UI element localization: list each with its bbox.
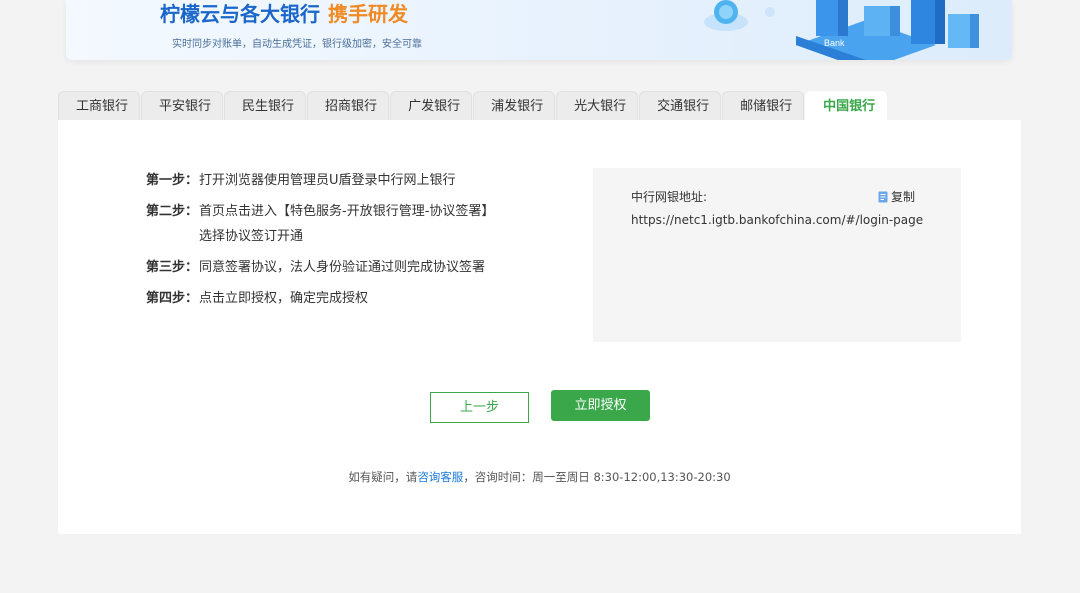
help-prefix: 如有疑问，请 — [348, 470, 418, 484]
tab-bank-1[interactable]: 平安银行 — [141, 91, 224, 121]
step-text-continued: 选择协议签订开通 — [199, 229, 304, 244]
promo-banner: 柠檬云与各大银行 携手研发 实时同步对账单，自动生成凭证，银行级加密，安全可靠 B… — [66, 0, 1012, 60]
copy-label: 复制 — [890, 190, 915, 204]
tab-bank-6[interactable]: 光大银行 — [556, 91, 639, 121]
tab-bank-4[interactable]: 广发银行 — [390, 91, 473, 121]
content-panel: 第一步： 打开浏览器使用管理员U盾登录中行网上银行第二步： 首页点击进入【特色服务-… — [58, 120, 1021, 534]
help-suffix: ，咨询时间：周一至周日 8:30-12:00,13:30-20:30 — [463, 470, 731, 484]
help-text: 如有疑问，请咨询客服，咨询时间：周一至周日 8:30-12:00,13:30-2… — [58, 469, 1021, 485]
tab-bank-7[interactable]: 交通银行 — [639, 91, 722, 121]
step-text-wrap: 首页点击进入【特色服务-开放银行管理-协议签署】 选择协议签订开通 — [199, 199, 494, 249]
banner-title: 柠檬云与各大银行 携手研发 — [160, 0, 408, 28]
banner-title-main: 柠檬云与各大银行 — [160, 2, 320, 26]
step-text: 同意签署协议，法人身份验证通过则完成协议签署 — [199, 260, 486, 275]
copy-button[interactable]: 复制 — [878, 188, 915, 205]
tab-bank-0[interactable]: 工商银行 — [58, 91, 141, 121]
tab-bank-5[interactable]: 浦发银行 — [473, 91, 556, 121]
banner-title-accent: 携手研发 — [328, 2, 408, 26]
step-label: 第四步： — [146, 291, 199, 306]
url-box: 中行网银地址: 复制 https://netc1.igtb.bankofchin… — [593, 168, 961, 342]
step-item: 第三步： 同意签署协议，法人身份验证通过则完成协议签署 — [146, 255, 494, 280]
step-text: 打开浏览器使用管理员U盾登录中行网上银行 — [199, 173, 456, 188]
step-item: 第四步： 点击立即授权，确定完成授权 — [146, 286, 494, 311]
step-item: 第二步： 首页点击进入【特色服务-开放银行管理-协议签署】 选择协议签订开通 — [146, 199, 494, 249]
banner-subtitle: 实时同步对账单，自动生成凭证，银行级加密，安全可靠 — [172, 39, 422, 50]
tab-bank-2[interactable]: 民生银行 — [224, 91, 307, 121]
customer-service-link[interactable]: 咨询客服 — [417, 470, 463, 484]
prev-step-button[interactable]: 上一步 — [430, 392, 529, 423]
banner-bank-text: Bank — [824, 38, 845, 48]
tab-bank-9[interactable]: 中国银行 — [805, 91, 888, 121]
authorize-button[interactable]: 立即授权 — [551, 390, 650, 421]
steps-list: 第一步： 打开浏览器使用管理员U盾登录中行网上银行第二步： 首页点击进入【特色服务-… — [146, 168, 494, 317]
step-text-wrap: 打开浏览器使用管理员U盾登录中行网上银行 — [199, 168, 456, 193]
step-text: 点击立即授权，确定完成授权 — [199, 291, 369, 306]
step-text-wrap: 点击立即授权，确定完成授权 — [199, 286, 368, 311]
url-label: 中行网银地址: — [631, 190, 708, 204]
step-label: 第二步： — [146, 204, 199, 219]
step-item: 第一步： 打开浏览器使用管理员U盾登录中行网上银行 — [146, 168, 494, 193]
tab-bank-3[interactable]: 招商银行 — [307, 91, 390, 121]
bank-tabs: 工商银行 平安银行 民生银行 招商银行 广发银行 浦发银行 光大银行 交通银行 邮储银行 中国银行 — [58, 91, 888, 121]
step-label: 第三步： — [146, 260, 199, 275]
step-text-wrap: 同意签署协议，法人身份验证通过则完成协议签署 — [199, 255, 485, 280]
bank-url: https://netc1.igtb.bankofchina.com/#/log… — [631, 213, 924, 227]
step-text: 首页点击进入【特色服务-开放银行管理-协议签署】 — [199, 204, 495, 219]
copy-icon — [878, 191, 888, 202]
tab-bank-8[interactable]: 邮储银行 — [722, 91, 805, 121]
bank-building-illustration: Bank — [704, 0, 979, 60]
step-label: 第一步： — [146, 173, 199, 188]
